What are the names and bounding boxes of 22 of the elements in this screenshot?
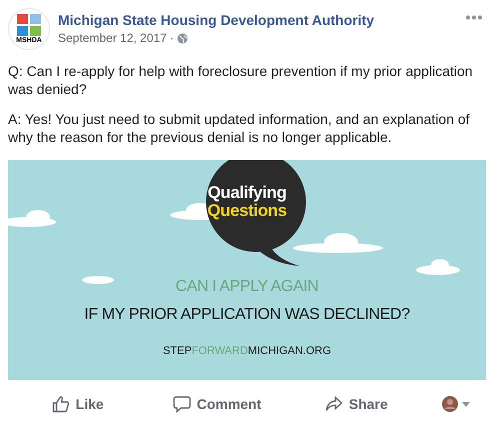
website-text: STEPFORWARDMICHIGAN.ORG [162, 344, 332, 358]
more-options-button[interactable] [464, 13, 484, 22]
more-dots-icon [466, 15, 482, 20]
thumbs-up-icon [52, 395, 70, 413]
post-paragraph: A: Yes! You just need to submit updated information, and an explanation of why the reason for the previous denial is no longer applicable. [8, 110, 471, 146]
headline-text: IF MY PRIOR APPLICATION WAS DECLINED? [84, 305, 410, 325]
page-name-link[interactable]: Michigan State Housing Development Authority [58, 11, 464, 29]
comment-button[interactable]: Comment [147, 390, 287, 418]
logo-icon [16, 14, 42, 36]
headline-text: CAN I APPLY AGAIN [176, 277, 318, 297]
avatar-icon [442, 396, 458, 412]
bubble-subtitle: Questions [207, 202, 287, 220]
separator-dot: · [170, 30, 174, 46]
globe-icon [176, 32, 188, 44]
caret-icon [462, 402, 470, 406]
post-date-link[interactable]: September 12, 2017 [58, 30, 167, 46]
like-button[interactable]: Like [8, 390, 148, 418]
speech-bubble-icon [172, 395, 191, 413]
post-paragraph: Q: Can I re-apply for help with foreclosure prevention if my prior application was denied? [8, 62, 474, 98]
bubble-title: Qualifying [208, 184, 286, 202]
share-button[interactable]: Share [286, 390, 426, 418]
share-arrow-icon [324, 395, 343, 413]
